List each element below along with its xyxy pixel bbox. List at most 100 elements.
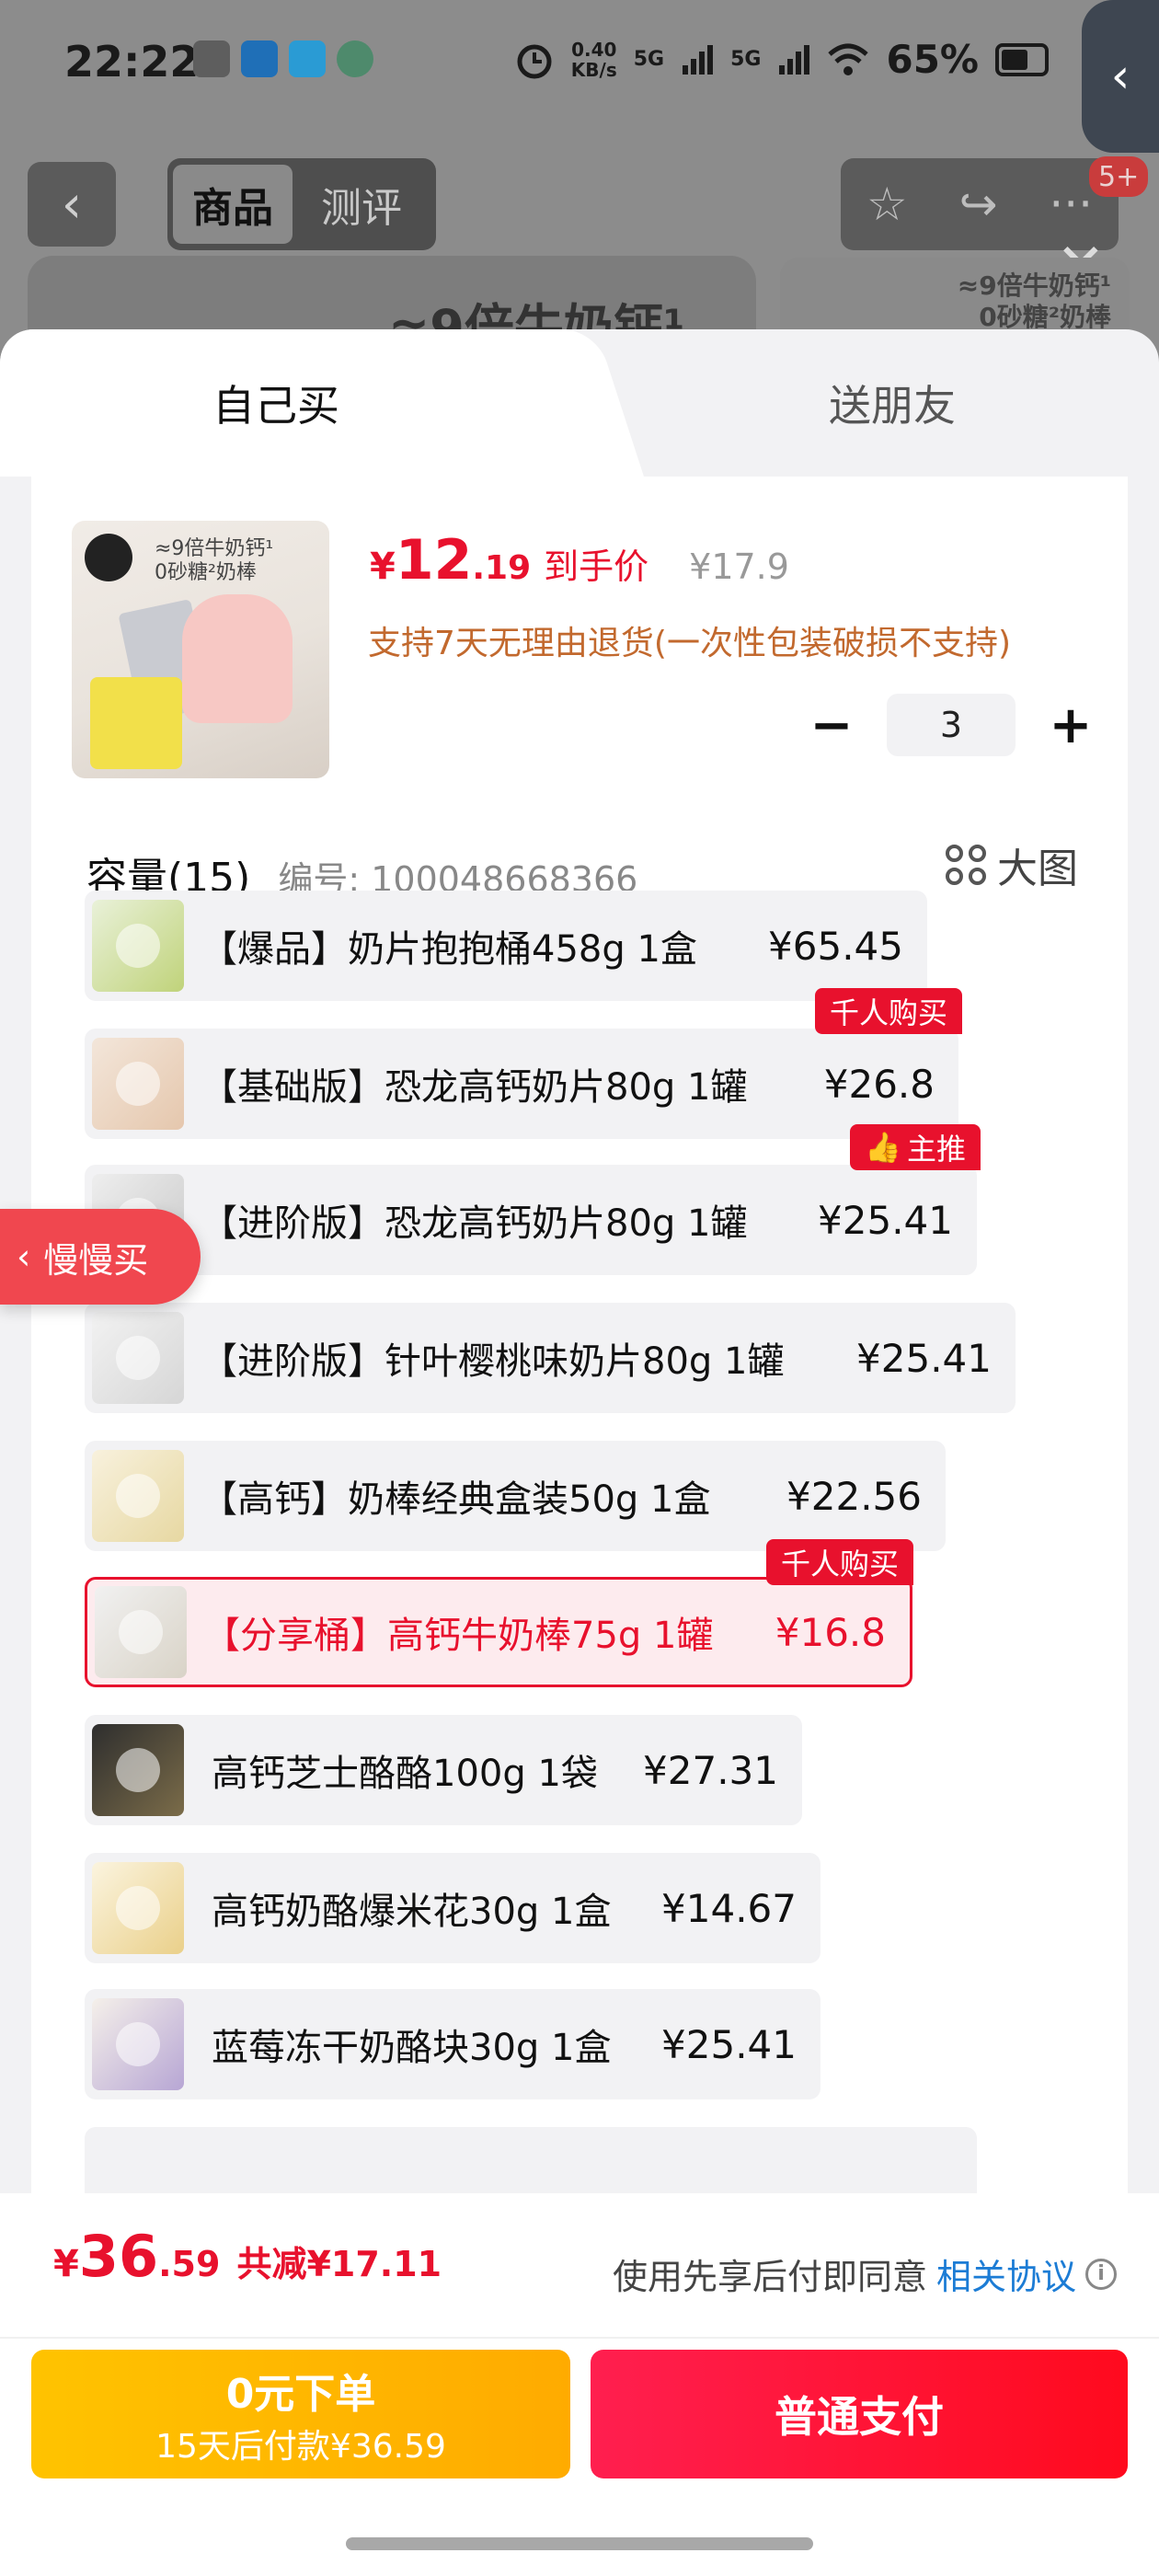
agreement-prefix: 使用先享后付即同意 [612, 2257, 927, 2297]
home-indicator[interactable] [346, 2537, 813, 2550]
popular-badge: 千人购买 [765, 1539, 913, 1585]
tab-self-buy[interactable]: 自己买 [0, 329, 589, 477]
option-name: 【进阶版】针叶樱桃味奶片80g 1罐 [201, 1340, 785, 1383]
option-item[interactable]: 【高钙】奶棒经典盒装50g 1盒 ¥22.56 [85, 1441, 946, 1551]
info-icon[interactable]: i [1085, 2258, 1117, 2290]
card-text-1: ≈9倍牛奶钙¹ [957, 270, 1111, 301]
option-thumbnail [92, 900, 184, 992]
option-price: ¥65.45 [768, 923, 903, 969]
product-thumbnail[interactable]: ≈9倍牛奶钙¹ 0砂糖²奶棒 [72, 521, 329, 778]
price-symbol: ¥ [370, 546, 396, 588]
price-decimal: .19 [472, 549, 532, 587]
net-speed-unit: KB/s [570, 58, 617, 81]
slow-buy-button[interactable]: ‹ 慢慢买 [0, 1209, 201, 1305]
handshake-icon [193, 40, 230, 77]
signal-5g-1: 5G [633, 48, 665, 71]
option-name: 【爆品】奶片抱抱桶458g 1盒 [201, 928, 697, 971]
option-thumbnail [92, 1312, 184, 1404]
option-thumbnail [92, 1450, 184, 1542]
option-item[interactable]: 蓝莓冻干奶酪块30g 1盒 ¥25.41 [85, 1989, 820, 2099]
option-item[interactable]: 【进阶版】针叶樱桃味奶片80g 1罐 ¥25.41 [85, 1303, 1016, 1413]
normal-pay-button[interactable]: 普通支付 [591, 2350, 1128, 2478]
total-symbol: ¥ [53, 2243, 79, 2285]
option-item[interactable]: 高钙奶酪爆米花30g 1盒 ¥14.67 [85, 1853, 820, 1963]
option-name: 【分享桶】高钙牛奶棒75g 1罐 [203, 1615, 714, 1657]
grid-icon [946, 845, 986, 885]
thumb-caption-2: 0砂糖²奶棒 [155, 561, 257, 584]
option-price: ¥14.67 [661, 1885, 797, 1931]
total-price: ¥ 36 .59 共减¥17.11 [53, 2223, 442, 2290]
background-page: 22:22 0.40 KB/s 5G 5G 65% ‹ ‹ 商品 测评 ☆ ↪ ·… [0, 0, 1159, 386]
product-pack-image [90, 677, 182, 769]
signal-bars-icon [779, 44, 810, 75]
option-thumbnail [92, 1862, 184, 1954]
total-integer: 36 [78, 2223, 159, 2290]
popular-badge: 千人购买 [814, 988, 962, 1034]
option-item[interactable]: 【爆品】奶片抱抱桶458g 1盒 ¥65.45 [85, 891, 927, 1001]
status-indicators: 0.40 KB/s 5G 5G 65% [514, 37, 1049, 82]
product-jar-image [182, 594, 293, 723]
pay-later-button[interactable]: 0元下单 15天后付款¥36.59 [31, 2350, 570, 2478]
quantity-stepper: − 3 + [804, 694, 1098, 756]
agreement-link[interactable]: 相关协议 [936, 2248, 1076, 2299]
app-icon [289, 40, 326, 77]
divider [0, 2337, 1159, 2339]
checkout-bar: ¥ 36 .59 共减¥17.11 使用先享后付即同意 相关协议 i 0元下单 … [0, 2193, 1159, 2576]
back-button[interactable]: ‹ [28, 162, 116, 247]
quantity-input[interactable]: 3 [887, 694, 1016, 756]
brand-logo [85, 534, 132, 581]
status-app-icons [193, 40, 373, 77]
big-image-toggle[interactable]: 大图 [946, 835, 1078, 894]
option-price: ¥22.56 [786, 1473, 922, 1519]
option-name: 【进阶版】恐龙高钙奶片80g 1罐 [201, 1202, 748, 1245]
thumbs-up-icon: 👍 [865, 1130, 901, 1165]
option-thumbnail [95, 1586, 187, 1678]
option-name: 高钙芝士酪酪100g 1袋 [212, 1753, 598, 1795]
option-item[interactable]: 高钙芝士酪酪100g 1袋 ¥27.31 [85, 1715, 802, 1825]
price-label: 到手价 [544, 546, 649, 587]
tab-gift-friend[interactable]: 送朋友 [625, 329, 1159, 477]
battery-percent: 65% [886, 37, 979, 82]
purchase-tabs: 自己买 送朋友 [0, 329, 1159, 477]
option-thumbnail [92, 1038, 184, 1130]
battery-icon [995, 42, 1049, 76]
total-decimal: .59 [158, 2244, 221, 2284]
status-time: 22:22 [64, 37, 200, 86]
agreement-text: 使用先享后付即同意 相关协议 i [613, 2248, 1117, 2299]
status-bar: 22:22 0.40 KB/s 5G 5G 65% [0, 0, 1159, 129]
alarm-icon [517, 44, 552, 78]
signal-bars-icon [683, 44, 714, 75]
pay-later-title: 0元下单 [225, 2371, 376, 2418]
product-card-peek: ≈9倍牛奶钙¹ 0砂糖²奶棒 [780, 258, 1130, 340]
message-badge: 5+ [1089, 156, 1149, 197]
goods-review-tabs: 商品 测评 [167, 158, 436, 250]
original-price: ¥17.9 [689, 546, 789, 587]
option-name: 高钙奶酪爆米花30g 1盒 [212, 1891, 612, 1933]
price-integer: 12 [395, 528, 473, 592]
card-text-2: 0砂糖²奶棒 [979, 302, 1111, 332]
recommended-badge: 👍 主推 [850, 1124, 981, 1170]
option-price: ¥16.8 [775, 1609, 886, 1655]
recommended-label: 主推 [906, 1132, 966, 1167]
price-line: ¥ 12 .19 到手价 ¥17.9 [370, 528, 789, 592]
option-item[interactable]: 【基础版】恐龙高钙奶片80g 1罐 ¥26.8 千人购买 [85, 988, 962, 1139]
decrease-button[interactable]: − [804, 696, 859, 755]
tab-goods[interactable]: 商品 [173, 165, 293, 244]
option-price: ¥26.8 [823, 1061, 935, 1107]
edge-panel-tab[interactable]: ‹ [1082, 0, 1159, 153]
tab-review[interactable]: 测评 [302, 165, 421, 244]
option-item-selected[interactable]: 【分享桶】高钙牛奶棒75g 1罐 ¥16.8 千人购买 [85, 1539, 913, 1687]
option-thumbnail [92, 1724, 184, 1816]
option-price: ¥27.31 [643, 1747, 778, 1793]
app-icon [241, 40, 278, 77]
share-icon[interactable]: ↪ [959, 178, 998, 231]
option-thumbnail [92, 1998, 184, 2090]
option-item[interactable]: 【进阶版】恐龙高钙奶片80g 1罐 ¥25.41 👍 主推 [85, 1124, 981, 1275]
star-icon[interactable]: ☆ [866, 178, 908, 231]
return-policy: 支持7天无理由退货(一次性包装破损不支持) [368, 625, 1011, 662]
thumb-caption: ≈9倍牛奶钙¹ 0砂糖²奶棒 [155, 537, 273, 585]
big-image-label: 大图 [997, 845, 1078, 892]
option-price: ¥25.41 [661, 2021, 797, 2067]
more-icon[interactable]: ··· [1049, 178, 1093, 231]
increase-button[interactable]: + [1043, 696, 1098, 755]
